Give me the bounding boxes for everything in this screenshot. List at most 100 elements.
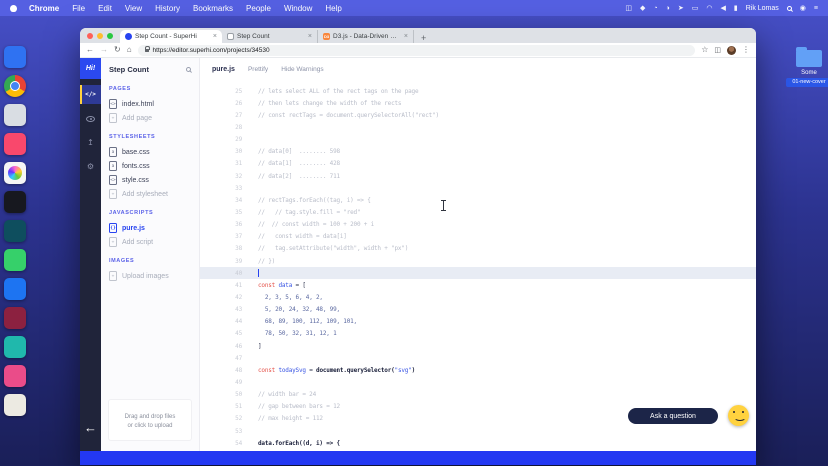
clock-icon[interactable]: ◑ [666, 5, 670, 12]
code-line[interactable]: 48 const todaySvg = document.querySelecto… [200, 364, 756, 376]
code-line[interactable]: 43 5, 20, 24, 32, 48, 99, [200, 304, 756, 316]
code-line[interactable]: 42 2, 3, 5, 6, 4, 2, [200, 291, 756, 303]
back-to-dashboard-button[interactable]: ← [80, 420, 101, 435]
code-line[interactable]: 37 // const width = data[i] [200, 231, 756, 243]
superhi-logo[interactable]: Hi! [80, 58, 101, 79]
code-line[interactable]: 45 78, 50, 32, 31, 12, 1 [200, 328, 756, 340]
menu-item-bookmarks[interactable]: Bookmarks [193, 4, 233, 13]
dock-chrome-icon[interactable] [4, 75, 26, 97]
search-icon[interactable] [786, 5, 792, 11]
menu-item-file[interactable]: File [72, 4, 85, 13]
desktop-selected-file-label[interactable]: 01-new-cover [786, 78, 828, 87]
reload-icon[interactable]: ↻ [114, 46, 121, 54]
tab-close-icon[interactable]: × [213, 33, 217, 40]
sidebar-file-item-base-css[interactable]: a base.css [109, 145, 191, 159]
dock-notes-icon[interactable] [4, 220, 26, 242]
tab-close-icon[interactable]: × [404, 33, 408, 40]
file-dropzone[interactable]: Drag and drop files or click to upload [108, 399, 192, 441]
code-line[interactable]: 34 // rectTags.forEach((tag, i) => { [200, 194, 756, 206]
settings-button[interactable]: ⚙ [80, 157, 101, 176]
sidebar-add-item-add-stylesheet[interactable]: + Add stylesheet [109, 187, 191, 201]
code-line[interactable]: 25 // lets select ALL of the rect tags on… [200, 85, 756, 97]
dock-terminal-icon[interactable] [4, 191, 26, 213]
code-line[interactable]: 44 68, 89, 100, 112, 109, 101, [200, 316, 756, 328]
close-window-button[interactable] [87, 32, 93, 39]
profile-avatar[interactable] [727, 45, 736, 55]
sidebar-file-item-pure-js[interactable]: {} pure.js [109, 221, 191, 235]
mirror-icon[interactable]: ◫ [625, 4, 632, 12]
menu-item-people[interactable]: People [246, 4, 271, 13]
desktop-folder-icon[interactable] [796, 47, 822, 67]
shield-icon[interactable]: ◆ [640, 4, 645, 12]
sidebar-add-item-add-page[interactable]: + Add page [109, 111, 191, 125]
sidebar-file-item-index-html[interactable]: <> index.html [109, 97, 191, 111]
code-line[interactable]: 27 // const rectTags = document.querySele… [200, 109, 756, 121]
dock-dribbble-icon[interactable] [4, 365, 26, 387]
location-icon[interactable]: ➤ [678, 4, 684, 12]
back-icon[interactable]: ← [86, 46, 94, 54]
menu-item-window[interactable]: Window [284, 4, 312, 13]
share-button[interactable]: ↥ [80, 133, 101, 152]
bookmark-star-icon[interactable]: ☆ [701, 46, 708, 54]
menu-item-help[interactable]: Help [325, 4, 341, 13]
dock-music-icon[interactable] [4, 133, 26, 155]
extension-icon[interactable]: ◫ [714, 47, 721, 54]
sidebar-file-item-fonts-css[interactable]: a fonts.css [109, 159, 191, 173]
dock-finder-icon[interactable] [4, 46, 26, 68]
menu-item-view[interactable]: View [125, 4, 142, 13]
browser-tab[interactable]: Step Count - SuperHi × [120, 30, 222, 43]
sidebar-file-item-style-css[interactable]: <> style.css [109, 173, 191, 187]
code-line[interactable]: 26 // then lets change the width of the r… [200, 97, 756, 109]
code-line[interactable]: 33 [200, 182, 756, 194]
code-line[interactable]: 29 [200, 134, 756, 146]
menu-item-history[interactable]: History [155, 4, 180, 13]
browser-tab[interactable]: Step Count × [222, 30, 318, 43]
url-text[interactable]: https://editor.superhi.com/projects/3453… [153, 47, 270, 54]
siri-icon[interactable]: ◉ [800, 4, 806, 12]
new-tab-button[interactable]: + [414, 33, 433, 43]
code-line[interactable]: 47 [200, 352, 756, 364]
dock-photos-icon[interactable] [4, 162, 26, 184]
code-line[interactable]: 46] [200, 340, 756, 352]
dock-trash-icon[interactable] [4, 394, 26, 416]
code-line[interactable]: 32 // data[2] ........ 711 [200, 170, 756, 182]
dock-whatsapp-icon[interactable] [4, 249, 26, 271]
code-line[interactable]: 50 // width bar = 24 [200, 389, 756, 401]
ask-question-button[interactable]: Ask a question [628, 408, 718, 424]
home-icon[interactable]: ⌂ [127, 46, 132, 54]
code-line[interactable]: 54 data.forEach((d, i) => { [200, 437, 756, 449]
open-file-tab[interactable]: pure.js [212, 66, 235, 73]
code-line[interactable]: 30 // data[0] ........ 598 [200, 146, 756, 158]
forward-icon[interactable]: → [100, 46, 108, 54]
code-line[interactable]: 39 // }) [200, 255, 756, 267]
timer-icon[interactable]: ◔ [653, 5, 657, 12]
code-line[interactable]: 49 [200, 376, 756, 388]
code-area[interactable]: 25 // lets select ALL of the rect tags on… [200, 81, 756, 451]
prettify-button[interactable]: Prettify [248, 66, 268, 73]
browser-menu-icon[interactable]: ⋮ [742, 46, 750, 54]
menubar-username[interactable]: Rik Lomas [746, 5, 779, 12]
sidebar-add-item-upload-images[interactable]: + Upload images [109, 269, 191, 283]
menu-item-chrome[interactable]: Chrome [29, 4, 59, 13]
address-bar[interactable]: https://editor.superhi.com/projects/3453… [137, 44, 696, 56]
dock-soundcloud-icon[interactable] [4, 336, 26, 358]
apple-menu-icon[interactable] [10, 4, 17, 12]
minimize-window-button[interactable] [97, 32, 103, 39]
code-view-button[interactable]: </> [80, 85, 101, 104]
code-line[interactable]: 35 // // tag.style.fill = "red" [200, 206, 756, 218]
code-line[interactable]: 38 // tag.setAttribute("width", width + "… [200, 243, 756, 255]
keyboard-icon[interactable]: ▮ [734, 4, 738, 12]
dock-pocket-icon[interactable] [4, 307, 26, 329]
browser-tab[interactable]: D3D3.js - Data-Driven Documen× [318, 30, 414, 43]
code-line[interactable]: 28 [200, 121, 756, 133]
sidebar-add-item-add-script[interactable]: + Add script [109, 235, 191, 249]
tab-close-icon[interactable]: × [308, 33, 312, 40]
code-line[interactable]: 53 [200, 425, 756, 437]
hide-warnings-button[interactable]: Hide Warnings [281, 66, 323, 73]
code-line[interactable]: 41 const data = [ [200, 279, 756, 291]
display-icon[interactable]: ▭ [692, 4, 699, 12]
code-line[interactable]: 36 // // const width = 100 + 200 + i [200, 219, 756, 231]
code-line[interactable]: 31 // data[1] ........ 428 [200, 158, 756, 170]
wifi-icon[interactable]: ◠ [706, 4, 712, 12]
zoom-window-button[interactable] [107, 32, 113, 39]
